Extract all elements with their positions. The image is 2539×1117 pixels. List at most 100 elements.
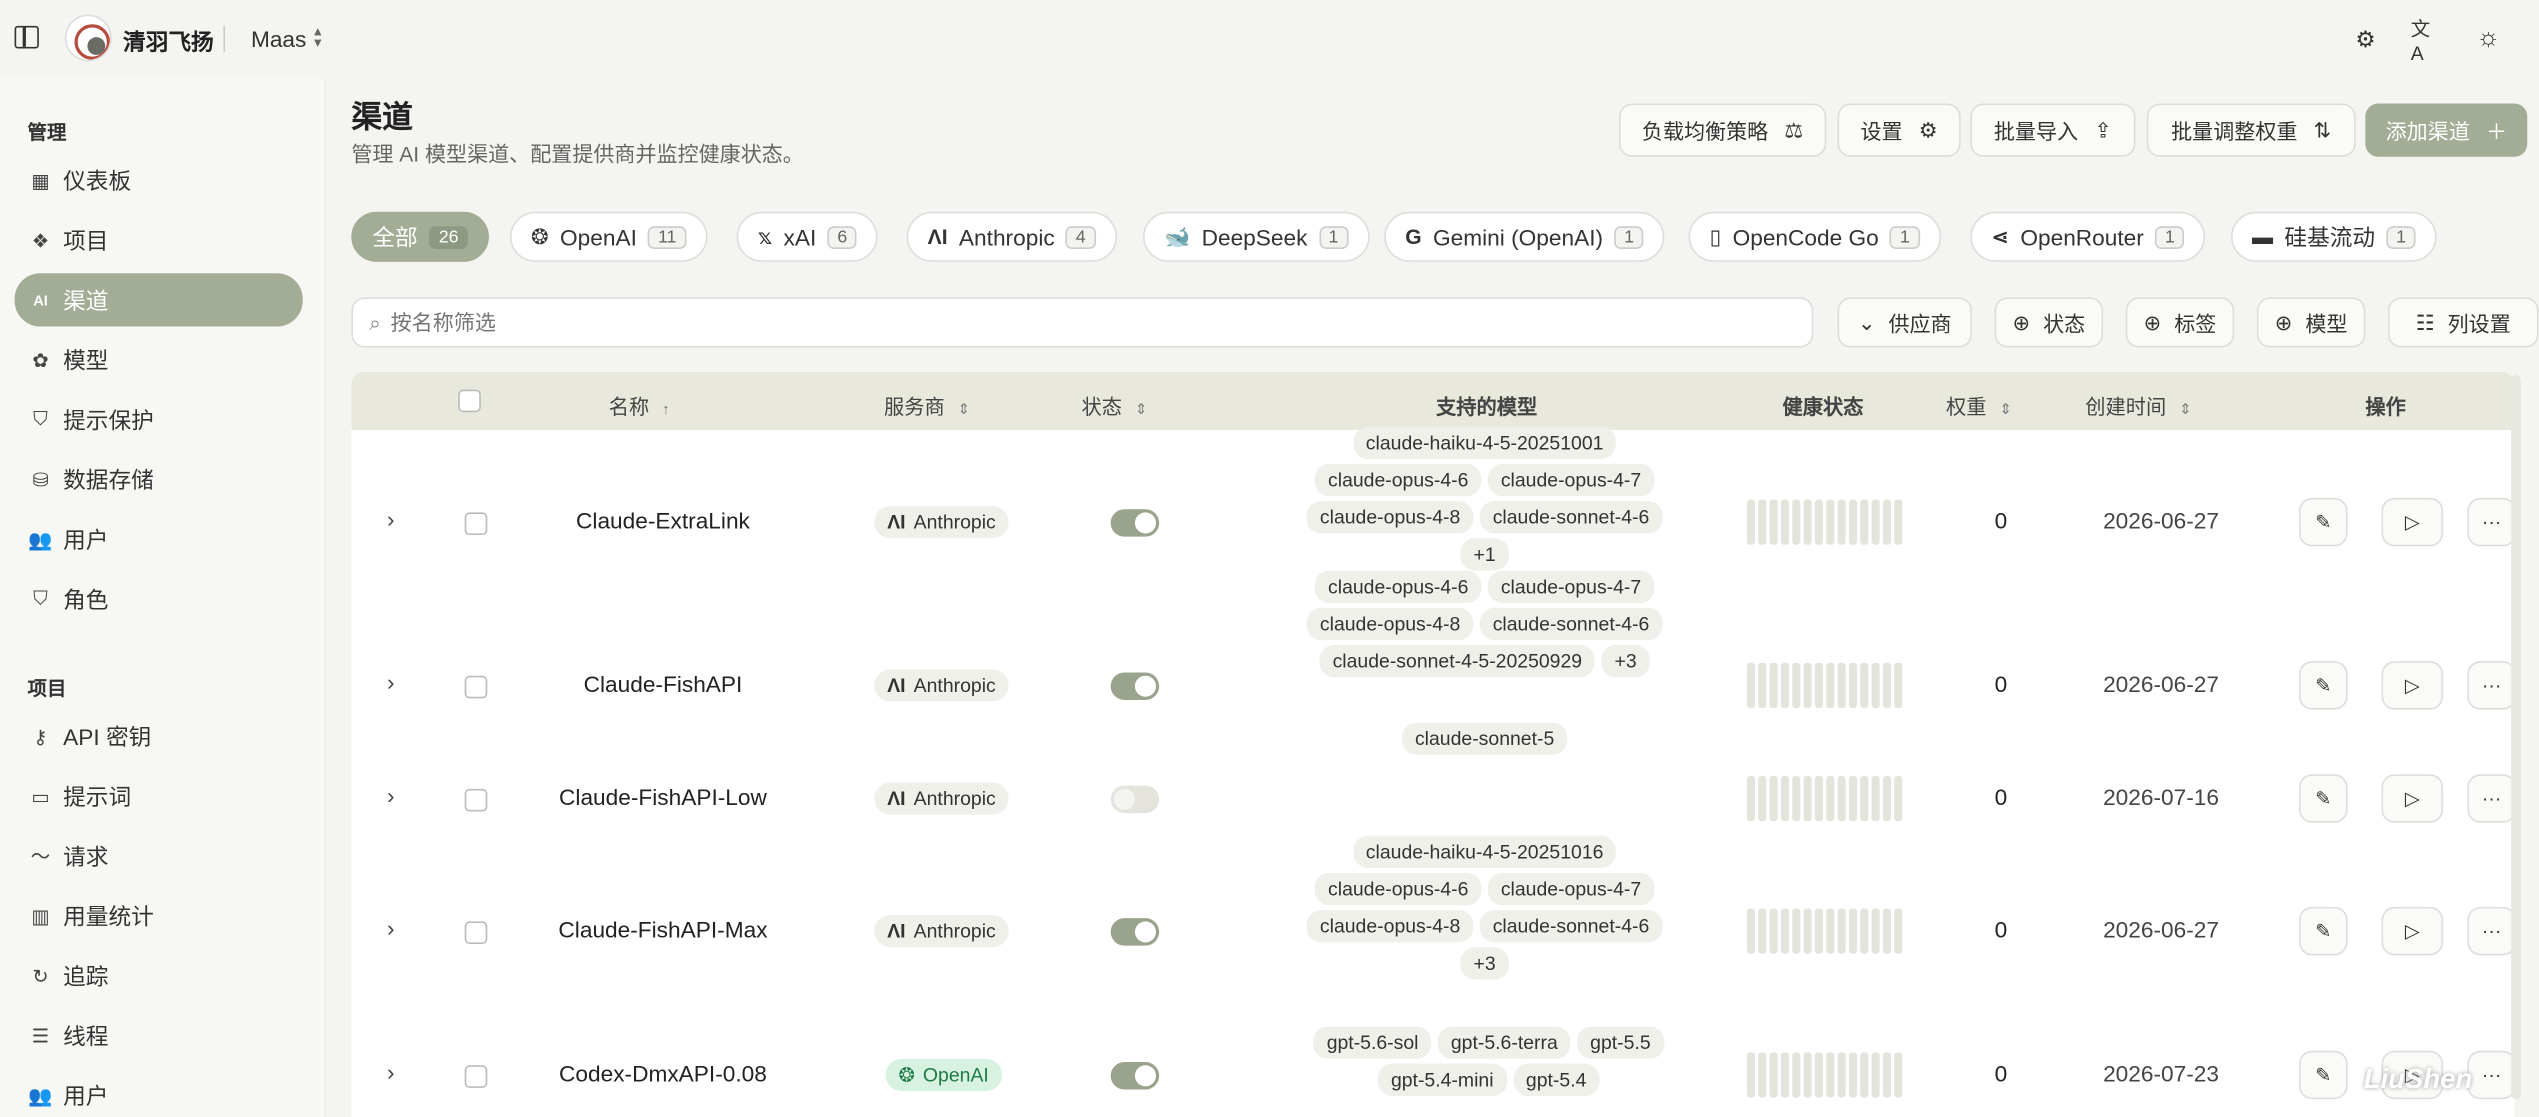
filter-chip-all[interactable]: 全部 26	[351, 211, 490, 262]
sidebar-item-threads[interactable]: ☰ 线程	[15, 1009, 303, 1062]
sidebar-item-models[interactable]: ✿ 模型	[15, 333, 303, 386]
column-settings-button[interactable]: ☷ 列设置	[2388, 297, 2539, 348]
health-bar	[1803, 775, 1812, 822]
expand-row-chevron-icon[interactable]: ›	[387, 506, 395, 532]
filter-chip-openai[interactable]: ❂ OpenAI 11	[509, 211, 708, 262]
test-button[interactable]: ▷	[2381, 906, 2444, 956]
sidebar-item-projects[interactable]: ❖ 项目	[15, 213, 303, 266]
vertical-scrollbar[interactable]	[2511, 375, 2521, 1100]
row-checkbox[interactable]	[464, 788, 488, 812]
filter-chip-opencode[interactable]: ▯ OpenCode Go 1	[1688, 211, 1941, 262]
model-tag: claude-sonnet-4-6	[1479, 607, 1663, 641]
sun-icon[interactable]: ☼	[2474, 24, 2503, 53]
expand-row-chevron-icon[interactable]: ›	[387, 782, 395, 808]
more-button[interactable]: ···	[2467, 774, 2515, 823]
edit-icon: ✎	[2315, 674, 2332, 697]
chevron-updown-icon[interactable]: ▴ ▾	[314, 23, 321, 49]
search-input[interactable]	[390, 310, 1686, 335]
status-toggle[interactable]	[1110, 672, 1160, 700]
channel-name: Claude-FishAPI-Low	[559, 784, 767, 810]
health-bar	[1792, 775, 1801, 822]
sidebar-item-data-storage[interactable]: ⛁ 数据存储	[15, 453, 303, 506]
column-provider-header[interactable]: 服务商 ⇕	[884, 390, 970, 421]
more-models-badge[interactable]: +3	[1460, 947, 1509, 980]
health-bar	[1826, 908, 1835, 954]
health-bar	[1780, 662, 1789, 709]
header-label: 服务商	[883, 396, 945, 419]
edit-button[interactable]: ✎	[2298, 1050, 2348, 1100]
load-balance-button[interactable]: 负载均衡策略 ⚖	[1619, 103, 1827, 157]
column-created-header[interactable]: 创建时间 ⇕	[2085, 390, 2191, 421]
chip-count: 4	[1066, 225, 1096, 249]
sidebar-item-project-users[interactable]: 👥 用户	[15, 1069, 303, 1117]
bulk-weights-button[interactable]: 批量调整权重 ⇅	[2146, 103, 2356, 157]
filter-chip-siliconflow[interactable]: ▬ 硅基流动 1	[2230, 211, 2437, 262]
edit-button[interactable]: ✎	[2298, 497, 2348, 547]
status-toggle[interactable]	[1110, 509, 1160, 537]
health-bar	[1803, 1052, 1812, 1098]
test-button[interactable]: ▷	[2381, 661, 2444, 710]
sidebar-item-prompt-protection[interactable]: ⛉ 提示保护	[15, 393, 303, 446]
status-toggle[interactable]	[1110, 1062, 1160, 1090]
bulk-import-button[interactable]: 批量导入 ⇪	[1970, 103, 2136, 157]
expand-row-chevron-icon[interactable]: ›	[387, 669, 395, 695]
more-button[interactable]: ···	[2467, 906, 2515, 956]
model-tag: claude-opus-4-6	[1315, 872, 1482, 906]
model-tag: gpt-5.4-mini	[1377, 1063, 1507, 1096]
more-models-badge[interactable]: +3	[1601, 644, 1650, 678]
project-selector[interactable]: Maas	[251, 26, 306, 52]
sidebar-item-usage[interactable]: ▥ 用量统计	[15, 889, 303, 942]
edit-button[interactable]: ✎	[2298, 906, 2348, 956]
header-label: 名称	[608, 396, 650, 419]
row-checkbox[interactable]	[464, 1065, 488, 1088]
sidebar-item-label: 用户	[63, 1082, 109, 1109]
filter-chip-deepseek[interactable]: 🐋 DeepSeek 1	[1143, 211, 1370, 262]
translate-icon[interactable]: 文A	[2411, 17, 2440, 64]
filter-chip-anthropic[interactable]: ΛΙ Anthropic 4	[906, 211, 1117, 262]
settings-button[interactable]: 设置 ⚙	[1837, 103, 1961, 157]
sidebar-toggle-icon[interactable]	[14, 25, 39, 49]
filter-chip-openrouter[interactable]: ⋖ OpenRouter 1	[1970, 211, 2206, 262]
play-icon: ▷	[2404, 674, 2420, 697]
health-bar	[1814, 775, 1823, 822]
column-actions-header: 操作	[2365, 396, 2406, 419]
more-models-badge[interactable]: +1	[1460, 538, 1509, 571]
sidebar-item-requests[interactable]: 〜请求	[15, 829, 303, 882]
model-filter-button[interactable]: ⊕ 模型	[2256, 297, 2366, 348]
edit-button[interactable]: ✎	[2298, 661, 2348, 710]
select-all-checkbox[interactable]	[458, 389, 481, 413]
filter-chip-gemini[interactable]: G Gemini (OpenAI) 1	[1384, 211, 1665, 262]
sidebar-item-channels[interactable]: AI 渠道	[14, 273, 303, 327]
supplier-filter-button[interactable]: ⌄ 供应商	[1837, 297, 1972, 348]
more-button[interactable]: ···	[2467, 497, 2515, 547]
test-button[interactable]: ▷	[2381, 497, 2444, 547]
add-channel-button[interactable]: 添加渠道 ＋	[2365, 103, 2528, 157]
edit-button[interactable]: ✎	[2298, 774, 2348, 823]
expand-row-chevron-icon[interactable]: ›	[387, 1059, 395, 1085]
sidebar-item-prompts[interactable]: ▭ 提示词	[15, 769, 303, 822]
more-button[interactable]: ···	[2467, 1050, 2515, 1100]
filter-chip-xai[interactable]: 𝕩 xAI 6	[736, 211, 879, 262]
status-toggle[interactable]	[1110, 918, 1160, 946]
health-bar	[1780, 775, 1789, 822]
column-weight-header[interactable]: 权重 ⇕	[1946, 390, 2012, 421]
row-checkbox[interactable]	[464, 921, 488, 945]
gear-icon[interactable]: ⚙	[2351, 24, 2380, 53]
sidebar-item-roles[interactable]: ⛉ 角色	[15, 572, 303, 625]
column-name-header[interactable]: 名称 ↑	[609, 390, 670, 421]
sidebar-item-users[interactable]: 👥 用户	[15, 512, 303, 565]
sidebar-item-traces[interactable]: ↻ 追踪	[15, 949, 303, 1002]
model-tag: claude-opus-4-8	[1306, 910, 1474, 943]
tag-filter-button[interactable]: ⊕ 标签	[2125, 297, 2235, 348]
column-status-header[interactable]: 状态 ⇕	[1081, 390, 1147, 421]
sidebar-item-api-keys[interactable]: ⚷ API 密钥	[15, 710, 303, 763]
more-button[interactable]: ···	[2467, 661, 2515, 710]
test-button[interactable]: ▷	[2381, 774, 2444, 823]
provider-badge: ΛΙ Anthropic	[874, 782, 1009, 815]
row-checkbox[interactable]	[464, 675, 488, 699]
status-toggle[interactable]	[1110, 785, 1160, 814]
sidebar-item-dashboard[interactable]: ▦ 仪表板	[15, 154, 303, 207]
status-filter-button[interactable]: ⊕ 状态	[1994, 297, 2104, 348]
row-checkbox[interactable]	[464, 512, 488, 536]
expand-row-chevron-icon[interactable]: ›	[387, 915, 395, 941]
